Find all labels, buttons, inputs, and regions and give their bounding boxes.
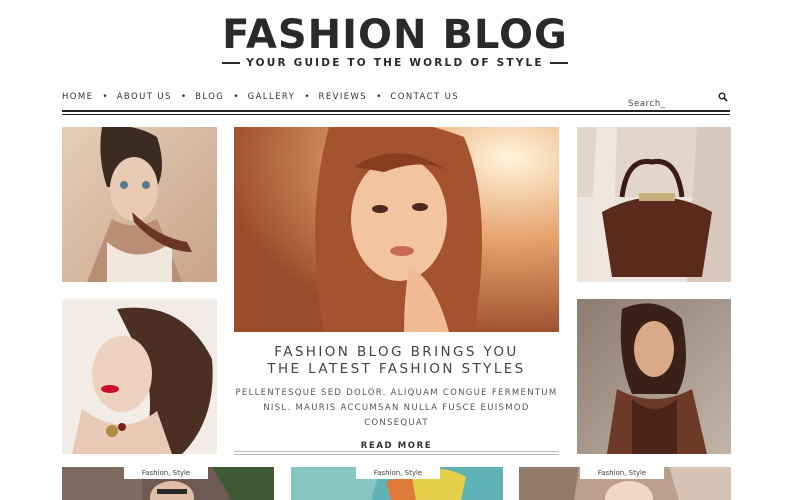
post-image-woman-sunglasses[interactable] <box>62 127 217 282</box>
post-tag[interactable]: Fashion, Style <box>356 467 440 479</box>
tagline-text: YOUR GUIDE TO THE WORLD OF STYLE <box>246 57 544 69</box>
featured-excerpt-line-1: PELLENTESQUE SED DOLOR. ALIQUAM CONGUE F… <box>235 388 558 398</box>
site-logo[interactable]: FASHION BLOG <box>0 12 790 58</box>
nav-item-contact-us[interactable]: CONTACT US <box>390 92 459 102</box>
post-tag[interactable]: Fashion, Style <box>124 467 208 479</box>
featured-excerpt: PELLENTESQUE SED DOLOR. ALIQUAM CONGUE F… <box>234 386 559 431</box>
featured-post-image[interactable] <box>234 127 559 332</box>
post-image-handbag[interactable] <box>577 127 731 282</box>
read-more-link[interactable]: READ MORE <box>361 441 432 451</box>
header-rule-thick <box>62 110 730 112</box>
nav-separator: • <box>304 92 310 102</box>
tagline-dash-right <box>549 62 568 64</box>
featured-excerpt-line-2: NISL. MAURIS ACCUMSAN NULLA FUSCE EUISMO… <box>263 403 530 428</box>
post-tag[interactable]: Fashion, Style <box>580 467 664 479</box>
post-image-woman-curly-hair[interactable] <box>62 299 217 454</box>
nav-separator: • <box>376 92 382 102</box>
nav-item-about-us[interactable]: ABOUT US <box>117 92 172 102</box>
featured-divider <box>234 451 559 452</box>
nav-item-home[interactable]: HOME <box>62 92 93 102</box>
header-rule-thin <box>62 114 730 115</box>
nav-separator: • <box>180 92 187 102</box>
featured-headline-line-2: THE LATEST FASHION STYLES <box>267 361 526 377</box>
nav-separator: • <box>233 92 239 102</box>
nav-item-blog[interactable]: BLOG <box>195 92 224 102</box>
featured-headline-line-1: FASHION BLOG BRINGS YOU <box>274 344 519 360</box>
tagline-dash-left <box>222 62 241 64</box>
featured-article: FASHION BLOG BRINGS YOU THE LATEST FASHI… <box>234 332 559 454</box>
featured-headline[interactable]: FASHION BLOG BRINGS YOU THE LATEST FASHI… <box>234 344 559 378</box>
post-image-woman-dark[interactable] <box>577 299 731 454</box>
featured-divider <box>234 454 559 455</box>
search-box <box>628 91 730 109</box>
site-tagline: YOUR GUIDE TO THE WORLD OF STYLE <box>0 57 790 69</box>
search-icon[interactable] <box>718 92 728 102</box>
nav-separator: • <box>102 92 108 102</box>
nav-item-reviews[interactable]: REVIEWS <box>319 92 368 102</box>
nav-item-gallery[interactable]: GALLERY <box>248 92 296 102</box>
search-input[interactable] <box>628 99 708 109</box>
main-nav: HOME • ABOUT US • BLOG • GALLERY • REVIE… <box>62 90 459 104</box>
